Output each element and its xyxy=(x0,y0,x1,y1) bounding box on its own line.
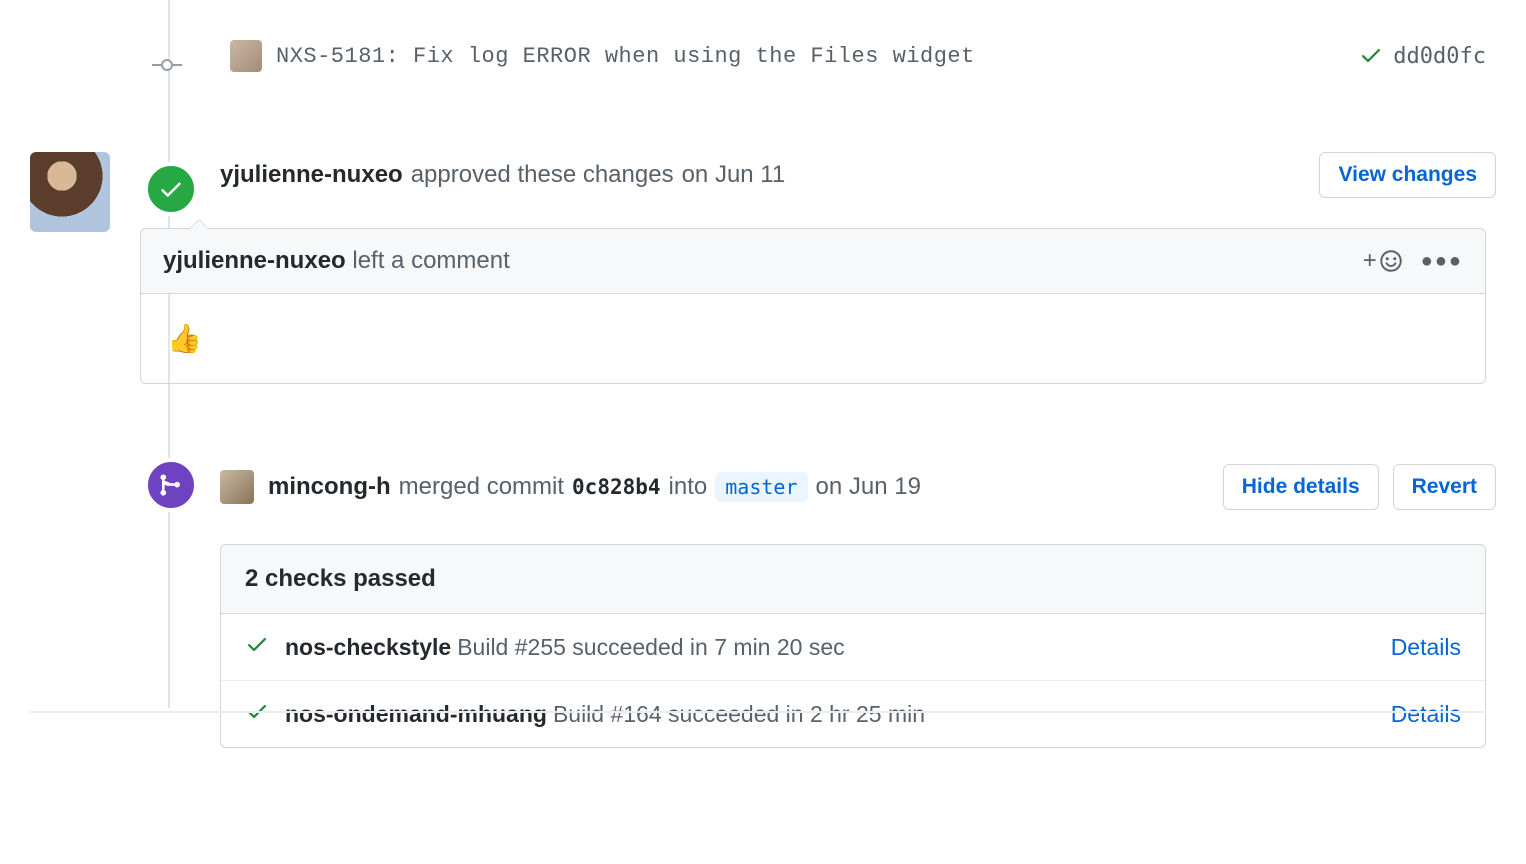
approval-action-text: approved these changes xyxy=(411,161,674,189)
check-icon xyxy=(245,632,285,662)
review-comment: yjulienne-nuxeo left a comment + ●●● 👍 xyxy=(140,228,1486,384)
hide-details-button[interactable]: Hide details xyxy=(1223,464,1379,510)
approved-badge-icon xyxy=(144,162,198,216)
comment-action-text: left a comment xyxy=(352,247,509,275)
divider xyxy=(30,711,1486,713)
details-link[interactable]: Details xyxy=(1391,634,1461,661)
author-link[interactable]: mincong-h xyxy=(268,473,391,501)
add-reaction-button[interactable]: + xyxy=(1363,247,1403,275)
merge-into-text: into xyxy=(669,473,708,501)
comment-header: yjulienne-nuxeo left a comment + ●●● xyxy=(141,229,1485,294)
check-row: nos-checkstyle Build #255 succeeded in 7… xyxy=(221,614,1485,680)
merge-action-text: merged commit xyxy=(399,473,564,501)
revert-button[interactable]: Revert xyxy=(1393,464,1496,510)
check-desc: Build #255 succeeded in 7 min 20 sec xyxy=(457,634,844,661)
check-row: nos-ondemand-mhuang Build #164 succeeded… xyxy=(221,680,1485,747)
check-desc: Build #164 succeeded in 2 hr 25 min xyxy=(553,701,925,728)
branch-badge[interactable]: master xyxy=(715,472,807,502)
commit-message[interactable]: NXS-5181: Fix log ERROR when using the F… xyxy=(276,44,1359,69)
commit-marker-icon xyxy=(152,55,182,78)
comment-body: 👍 xyxy=(141,294,1485,383)
merge-time[interactable]: on Jun 19 xyxy=(816,473,921,501)
kebab-menu-icon[interactable]: ●●● xyxy=(1421,250,1463,273)
avatar[interactable] xyxy=(220,470,254,504)
check-icon xyxy=(245,699,285,729)
author-link[interactable]: yjulienne-nuxeo xyxy=(163,247,346,275)
approval-time[interactable]: on Jun 11 xyxy=(682,161,786,189)
check-icon[interactable] xyxy=(1359,43,1383,70)
commit-sha[interactable]: dd0d0fc xyxy=(1393,44,1486,69)
merge-commit-sha[interactable]: 0c828b4 xyxy=(572,475,661,499)
avatar[interactable] xyxy=(230,40,262,72)
checks-title: 2 checks passed xyxy=(221,545,1485,614)
author-link[interactable]: yjulienne-nuxeo xyxy=(220,161,403,189)
view-changes-button[interactable]: View changes xyxy=(1319,152,1496,198)
merged-badge-icon xyxy=(144,458,198,512)
check-name: nos-checkstyle xyxy=(285,634,451,661)
merge-event: mincong-h merged commit 0c828b4 into mas… xyxy=(30,464,1496,510)
commit-row: NXS-5181: Fix log ERROR when using the F… xyxy=(30,0,1496,102)
approval-event: yjulienne-nuxeo approved these changes o… xyxy=(30,152,1496,198)
checks-box: 2 checks passed nos-checkstyle Build #25… xyxy=(220,544,1486,748)
avatar[interactable] xyxy=(30,152,110,232)
details-link[interactable]: Details xyxy=(1391,701,1461,728)
check-name: nos-ondemand-mhuang xyxy=(285,701,547,728)
